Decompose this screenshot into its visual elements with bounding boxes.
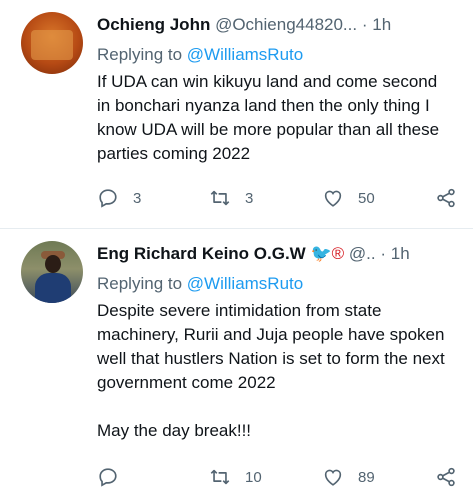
author-handle[interactable]: @Ochieng44820... <box>215 15 357 34</box>
reply-icon <box>99 189 117 208</box>
mention-link[interactable]: @WilliamsRuto <box>187 274 303 293</box>
reply-count: 3 <box>133 189 142 207</box>
heart-icon <box>324 469 342 486</box>
share-icon <box>437 188 455 208</box>
author-name[interactable]: Ochieng John <box>97 15 210 34</box>
reply-button[interactable] <box>97 465 133 489</box>
share-icon <box>437 467 455 487</box>
like-count: 89 <box>358 468 375 486</box>
like-button[interactable]: 89 <box>322 465 375 489</box>
reply-button[interactable]: 3 <box>97 186 141 210</box>
retweet-icon <box>210 469 230 485</box>
retweet-button[interactable]: 10 <box>209 465 262 489</box>
timestamp[interactable]: 1h <box>372 15 391 34</box>
replying-prefix: Replying to <box>97 45 187 64</box>
author-name[interactable]: Eng Richard Keino O.G.W <box>97 244 306 263</box>
tweet-actions: 3 3 50 <box>97 186 459 210</box>
retweet-count: 3 <box>245 189 254 207</box>
timestamp[interactable]: 1h <box>391 244 410 263</box>
separator-dot: · <box>361 15 368 34</box>
tweet[interactable]: Ochieng John @Ochieng44820... · 1h Reply… <box>0 0 473 228</box>
share-button[interactable] <box>435 186 457 210</box>
reply-icon <box>99 468 117 487</box>
like-button[interactable]: 50 <box>322 186 375 210</box>
retweet-button[interactable]: 3 <box>209 186 253 210</box>
tweet-text: If UDA can win kikuyu land and come seco… <box>97 72 444 163</box>
mention-link[interactable]: @WilliamsRuto <box>187 45 303 64</box>
tweet[interactable]: Eng Richard Keino O.G.W 🐦® @.. · 1h Repl… <box>0 229 473 500</box>
retweet-count: 10 <box>245 468 262 486</box>
avatar[interactable] <box>21 12 83 74</box>
tweet-actions: 10 89 <box>97 465 459 489</box>
author-handle[interactable]: @.. <box>349 244 376 263</box>
avatar[interactable] <box>21 241 83 303</box>
replying-to: Replying to @WilliamsRuto <box>97 44 303 66</box>
replying-prefix: Replying to <box>97 274 187 293</box>
heart-icon <box>324 190 342 207</box>
tweet-header: Eng Richard Keino O.G.W 🐦® @.. · 1h <box>97 243 410 265</box>
tweet-text: Despite severe intimidation from state m… <box>97 301 445 440</box>
retweet-icon <box>210 190 230 206</box>
tweet-header: Ochieng John @Ochieng44820... · 1h <box>97 14 391 36</box>
like-count: 50 <box>358 189 375 207</box>
replying-to: Replying to @WilliamsRuto <box>97 273 303 295</box>
name-emoji: 🐦® <box>310 244 345 263</box>
separator-dot: · <box>380 244 387 263</box>
share-button[interactable] <box>435 465 457 489</box>
